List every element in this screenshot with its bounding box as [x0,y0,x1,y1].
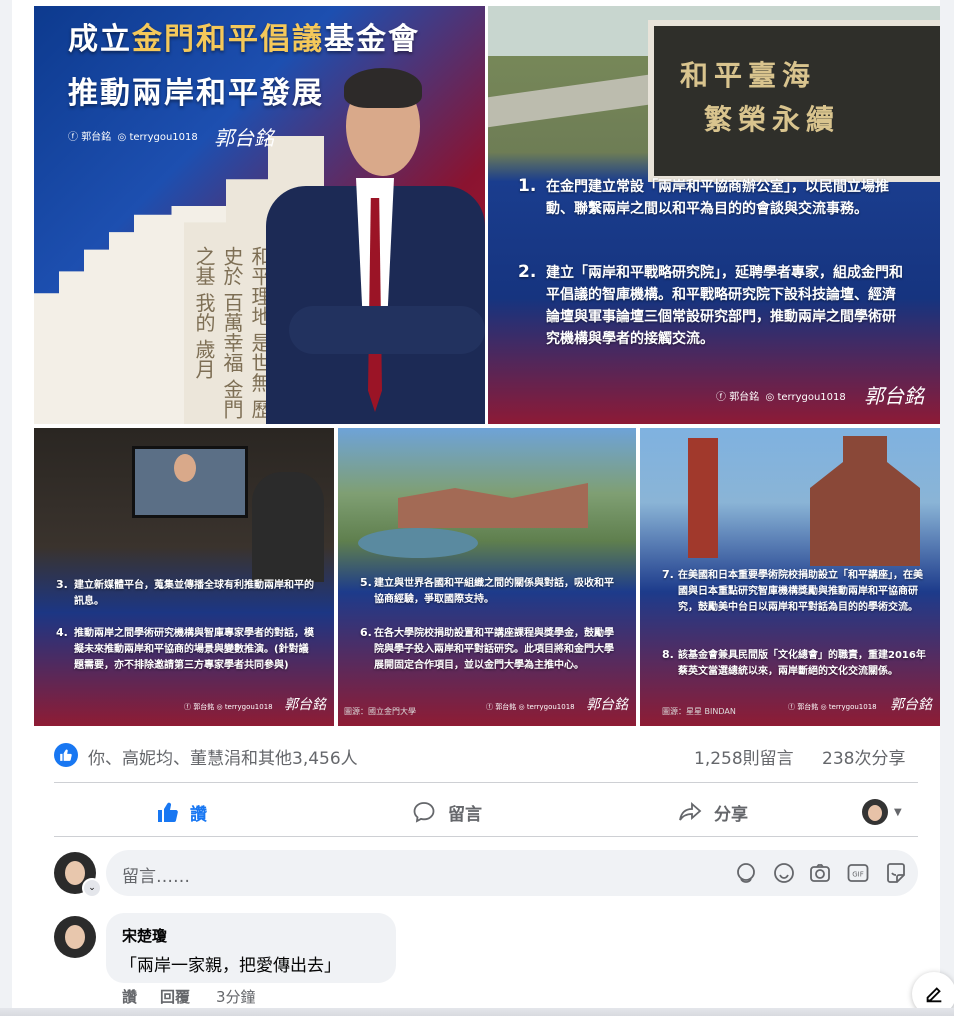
divider-top [54,782,918,783]
facebook-icon: ⓕ [716,392,726,403]
comment-placeholder: 留言…… [122,867,190,887]
comment-author-name[interactable]: 宋楚瓊 [122,925,167,946]
headline-line-2: 推動兩岸和平發展 [68,76,324,111]
post-image-2[interactable]: 和平臺海 繁榮永續 1. 在金門建立常設「兩岸和平協商辦公室」，以民間立場推動、… [488,6,940,424]
campus-buildings [398,483,588,528]
clock-tower [688,438,718,558]
plaque-line-2: 繁榮永續 [704,103,841,136]
point-7-number: 7. [662,568,674,581]
signature: 郭台銘 [890,697,932,713]
social-handles: ⓕ 郭台銘 ◎ terrygou1018 [486,703,575,711]
comment-input[interactable]: 留言…… GIF [106,850,918,896]
emoji-icon[interactable] [772,861,796,889]
image-credit: 圖源：國立金門大學 [344,707,416,716]
reaction-as-selector[interactable]: ▼ [862,794,902,830]
share-arrow-icon [678,800,702,824]
point-6-number: 6. [360,626,372,639]
signature: 郭台銘 [864,384,924,408]
page-background-right [940,0,954,1016]
camera-icon[interactable] [808,861,832,889]
wall-calligraphy: 和平理地 是世無 歷史於 百萬幸福 金門之基 我的 歲月 [192,246,272,419]
point-4-text: 推動兩岸之間學術研究機構與智庫專家學者的對話，模擬未來推動兩岸和平協商的場景與變… [74,628,314,671]
signature: 郭台銘 [214,126,274,150]
point-2-number: 2. [518,262,537,282]
instagram-icon: ◎ [216,703,223,711]
post-image-3[interactable]: 3. 建立新媒體平台，蒐集並傳播全球有利推動兩岸和平的訊息。 4. 推動兩岸之間… [34,428,334,726]
like-label: 讚 [190,804,207,825]
share-label: 分享 [714,804,748,825]
share-button[interactable]: 分享 [678,794,748,830]
video-call-person [174,454,196,482]
instagram-icon: ◎ [820,703,827,711]
bottom-shadow-bar [0,1008,954,1016]
comment-like-link[interactable]: 讚 [122,986,137,1007]
headline-line-1: 成立金門和平倡議基金會 [68,22,420,57]
share-count[interactable]: 238次分享 [822,744,905,769]
avatar-chevron-icon[interactable]: ⌄ [82,878,102,898]
post-image-4[interactable]: 5. 建立與世界各國和平組織之間的關係與對話，吸收和平協商經驗，爭取國際支持。 … [338,428,636,726]
person-crossed-arms [289,306,485,354]
point-4-number: 4. [56,626,68,639]
plaque-line-1: 和平臺海 [680,59,817,92]
svg-text:GIF: GIF [852,871,864,879]
post-image-5[interactable]: 7. 在美國和日本重要學術院校捐助設立「和平講座」，在美國與日本重點研究智庫機構… [640,428,940,726]
comment-timestamp[interactable]: 3分鐘 [216,986,256,1007]
social-handles: ⓕ 郭台銘 ◎ terrygou1018 [68,132,198,143]
speech-bubble-icon [412,800,436,824]
facebook-icon: ⓕ [788,703,795,711]
point-7-text: 在美國和日本重要學術院校捐助設立「和平講座」，在美國與日本重點研究智庫機構獎勵與… [678,570,923,613]
facebook-icon: ⓕ [486,703,493,711]
instagram-icon: ◎ [765,392,775,403]
comment-bubble: 宋楚瓊 「兩岸一家親，把愛傳出去」 [106,913,396,983]
chevron-down-icon: ▼ [894,806,902,818]
like-reaction-icon [54,743,78,767]
reaction-names[interactable]: 你、高妮均、董慧涓和其他3,456人 [88,744,358,769]
point-8-text: 該基金會兼具民間版「文化總會」的職責，重建2016年蔡英文當選總統以來，兩岸斷絕… [678,650,926,677]
person-hair [344,68,422,108]
compose-icon [923,983,945,1005]
like-button[interactable]: 讚 [156,794,207,830]
point-8-number: 8. [662,648,674,661]
comment-button[interactable]: 留言 [412,794,482,830]
point-6-text: 在各大學院校捐助設置和平講座課程與獎學金，鼓勵學院與學子投入兩岸和平對話研究。此… [374,628,614,671]
campus-lake [358,528,478,558]
post-image-1[interactable]: 和平理地 是世無 歷史於 百萬幸福 金門之基 我的 歲月 成立金門和平倡議基金會… [34,6,485,424]
thumbs-up-icon [156,800,180,824]
instagram-icon: ◎ [518,703,525,711]
page-background-left [0,0,12,1016]
point-1-number: 1. [518,176,537,196]
point-5-text: 建立與世界各國和平組織之間的關係與對話，吸收和平協商經驗，爭取國際支持。 [374,578,614,605]
facebook-icon: ⓕ [184,703,191,711]
divider-bottom [54,836,918,837]
profile-avatar-small [862,799,888,825]
instagram-icon: ◎ [117,132,127,143]
comment-label: 留言 [448,804,482,825]
signature: 郭台銘 [284,697,326,713]
facebook-icon: ⓕ [68,132,78,143]
tower-building [810,436,920,566]
reactions-summary: 你、高妮均、董慧涓和其他3,456人 1,258則留言 238次分享 [54,740,918,770]
comment-text: 「兩岸一家親，把愛傳出去」 [120,956,341,976]
social-handles: ⓕ 郭台銘 ◎ terrygou1018 [788,703,877,711]
point-1-text: 在金門建立常設「兩岸和平協商辦公室」，以民間立場推動、聯繫兩岸之間以和平為目的的… [546,179,889,217]
point-5-number: 5. [360,576,372,589]
point-3-number: 3. [56,578,68,591]
avatar-sticker-icon[interactable] [734,861,758,889]
signature: 郭台銘 [586,697,628,713]
gif-icon[interactable]: GIF [846,861,870,889]
comment-author-avatar[interactable] [54,916,96,958]
social-handles: ⓕ 郭台銘 ◎ terrygou1018 [716,392,846,403]
comment-count[interactable]: 1,258則留言 [694,744,794,769]
sticker-icon[interactable] [884,861,908,889]
point-3-text: 建立新媒體平台，蒐集並傳播全球有利推動兩岸和平的訊息。 [74,580,314,607]
post-card: 和平理地 是世無 歷史於 百萬幸福 金門之基 我的 歲月 成立金門和平倡議基金會… [12,0,954,1016]
point-2-text: 建立「兩岸和平戰略研究院」，延聘學者專家，組成金門和平倡議的智庫機構。和平戰略研… [546,265,903,347]
comment-reply-link[interactable]: 回覆 [160,986,190,1007]
social-handles: ⓕ 郭台銘 ◎ terrygou1018 [184,703,273,711]
walkway [488,74,648,128]
seated-person [252,472,324,582]
image-credit: 圖源：星星 BINDAN [662,707,736,716]
